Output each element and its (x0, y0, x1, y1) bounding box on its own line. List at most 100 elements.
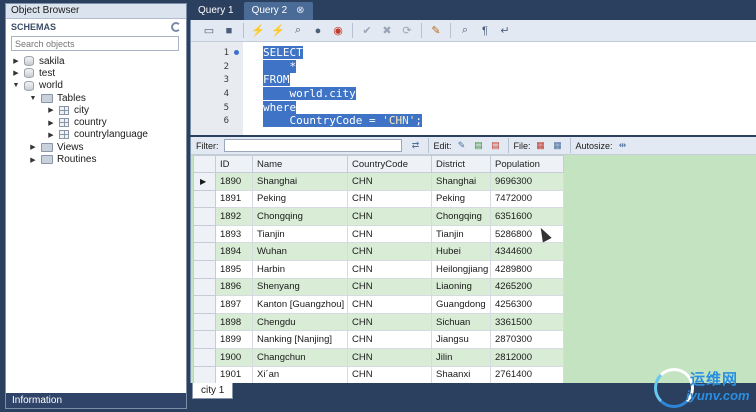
row-header[interactable] (193, 189, 216, 209)
stop-icon[interactable]: ● (310, 23, 326, 39)
cell-id[interactable]: 1893 (215, 224, 253, 244)
cell-population[interactable]: 7472000 (490, 189, 564, 209)
cell-name[interactable]: Nanking [Nanjing] (252, 330, 348, 349)
search-objects-input[interactable] (11, 36, 179, 51)
row-header[interactable] (193, 259, 216, 279)
cell-population[interactable]: 5286800 (490, 224, 564, 244)
cell-countrycode[interactable]: CHN (347, 365, 432, 385)
table-row[interactable]: 1892 Chongqing CHN Chongqing 6351600 (193, 207, 564, 226)
table-row[interactable]: 1899 Nanking [Nanjing] CHN Jiangsu 2870300 (193, 330, 564, 349)
table-row[interactable]: 1901 Xi´an CHN Shaanxi 2761400 (193, 365, 564, 385)
cell-population[interactable]: 4265200 (490, 277, 564, 297)
row-header[interactable] (193, 295, 216, 314)
row-header[interactable] (193, 312, 216, 332)
tree-item-country[interactable]: ▶ country (6, 116, 186, 128)
cell-name[interactable]: Xi´an (252, 365, 348, 385)
collapse-icon[interactable]: ▼ (11, 81, 21, 91)
column-header-countrycode[interactable]: CountryCode (347, 155, 432, 173)
beautify-icon[interactable]: ✎ (428, 23, 444, 39)
cell-district[interactable]: Chongqing (431, 207, 491, 226)
cell-name[interactable]: Tianjin (252, 224, 348, 244)
table-row[interactable]: 1894 Wuhan CHN Hubei 4344600 (193, 242, 564, 261)
cell-name[interactable]: Wuhan (252, 242, 348, 261)
cell-countrycode[interactable]: CHN (347, 189, 432, 209)
expand-icon[interactable]: ▶ (11, 68, 21, 78)
cell-name[interactable]: Chongqing (252, 207, 348, 226)
refresh-results-icon[interactable]: ⇄ (409, 140, 423, 152)
cell-id[interactable]: 1890 (215, 172, 253, 191)
row-header[interactable] (193, 330, 216, 349)
cell-population[interactable]: 6351600 (490, 207, 564, 226)
tree-item-test[interactable]: ▶ test (6, 67, 186, 79)
cell-id[interactable]: 1896 (215, 277, 253, 297)
wrap-icon[interactable]: ↵ (497, 23, 513, 39)
cell-countrycode[interactable]: CHN (347, 259, 432, 279)
cell-name[interactable]: Shenyang (252, 277, 348, 297)
edit-row-icon[interactable]: ✎ (455, 140, 469, 152)
close-tab-icon[interactable]: ⊗ (296, 2, 304, 20)
import-icon[interactable]: ▦ (551, 140, 565, 152)
filter-input[interactable] (223, 139, 402, 152)
cell-id[interactable]: 1894 (215, 242, 253, 261)
row-header[interactable] (193, 365, 216, 385)
cell-id[interactable]: 1895 (215, 259, 253, 279)
cell-name[interactable]: Kanton [Guangzhou] (252, 295, 348, 314)
refresh-icon[interactable] (171, 22, 181, 32)
cell-district[interactable]: Jiangsu (431, 330, 491, 349)
expand-icon[interactable]: ▶ (11, 56, 21, 66)
table-row[interactable]: 1895 Harbin CHN Heilongjiang 4289800 (193, 259, 564, 279)
table-row[interactable]: ▶ 1890 Shanghai CHN Shanghai 9696300 (193, 172, 564, 191)
cell-population[interactable]: 3361500 (490, 312, 564, 332)
row-header[interactable]: ▶ (193, 172, 216, 191)
cell-countrycode[interactable]: CHN (347, 312, 432, 332)
tree-item-views[interactable]: ▶ Views (6, 141, 186, 153)
row-header[interactable] (193, 242, 216, 261)
cell-population[interactable]: 4344600 (490, 242, 564, 261)
cell-name[interactable]: Harbin (252, 259, 348, 279)
cell-district[interactable]: Sichuan (431, 312, 491, 332)
table-row[interactable]: 1891 Peking CHN Peking 7472000 (193, 189, 564, 209)
expand-icon[interactable]: ▶ (46, 105, 56, 115)
code-area[interactable]: 1 2 3 4 5 6 SELECT * FROM world.city whe… (191, 42, 756, 135)
open-folder-icon[interactable]: ▭ (201, 23, 217, 39)
column-header-id[interactable]: ID (215, 155, 253, 173)
toggle-icon[interactable]: ◉ (330, 23, 346, 39)
tree-item-routines[interactable]: ▶ Routines (6, 153, 186, 165)
find-icon[interactable]: ⌕ (457, 23, 473, 39)
tab-city-1[interactable]: city 1 (192, 383, 234, 399)
tab-query-1[interactable]: Query 1 (190, 2, 242, 20)
column-header-district[interactable]: District (431, 155, 491, 173)
cell-countrycode[interactable]: CHN (347, 207, 432, 226)
cell-name[interactable]: Changchun (252, 347, 348, 367)
table-row[interactable]: 1896 Shenyang CHN Liaoning 4265200 (193, 277, 564, 297)
autocommit-icon[interactable]: ⟳ (399, 23, 415, 39)
expand-icon[interactable]: ▶ (28, 155, 38, 165)
collapse-icon[interactable]: ▼ (28, 93, 38, 103)
cell-id[interactable]: 1900 (215, 347, 253, 367)
tree-item-city[interactable]: ▶ city (6, 104, 186, 116)
commit-icon[interactable]: ✔ (359, 23, 375, 39)
cell-id[interactable]: 1892 (215, 207, 253, 226)
cell-population[interactable]: 4256300 (490, 295, 564, 314)
cell-population[interactable]: 2812000 (490, 347, 564, 367)
tree-item-tables[interactable]: ▼ Tables (6, 92, 186, 104)
cell-population[interactable]: 2870300 (490, 330, 564, 349)
cell-id[interactable]: 1897 (215, 295, 253, 314)
expand-icon[interactable]: ▶ (28, 142, 38, 152)
tree-item-countrylanguage[interactable]: ▶ countrylanguage (6, 129, 186, 141)
cell-name[interactable]: Peking (252, 189, 348, 209)
autosize-icon[interactable]: ⇹ (616, 140, 630, 152)
cell-district[interactable]: Hubei (431, 242, 491, 261)
row-header[interactable] (193, 207, 216, 226)
cell-district[interactable]: Heilongjiang (431, 259, 491, 279)
cell-district[interactable]: Shanghai (431, 172, 491, 191)
row-header[interactable] (193, 347, 216, 367)
cell-name[interactable]: Chengdu (252, 312, 348, 332)
column-header-name[interactable]: Name (252, 155, 348, 173)
cell-district[interactable]: Guangdong (431, 295, 491, 314)
cell-countrycode[interactable]: CHN (347, 295, 432, 314)
tree-item-world[interactable]: ▼ world (6, 80, 186, 92)
sql-text[interactable]: SELECT * FROM world.city where CountryCo… (243, 42, 756, 135)
cell-countrycode[interactable]: CHN (347, 277, 432, 297)
row-header[interactable] (193, 224, 216, 244)
